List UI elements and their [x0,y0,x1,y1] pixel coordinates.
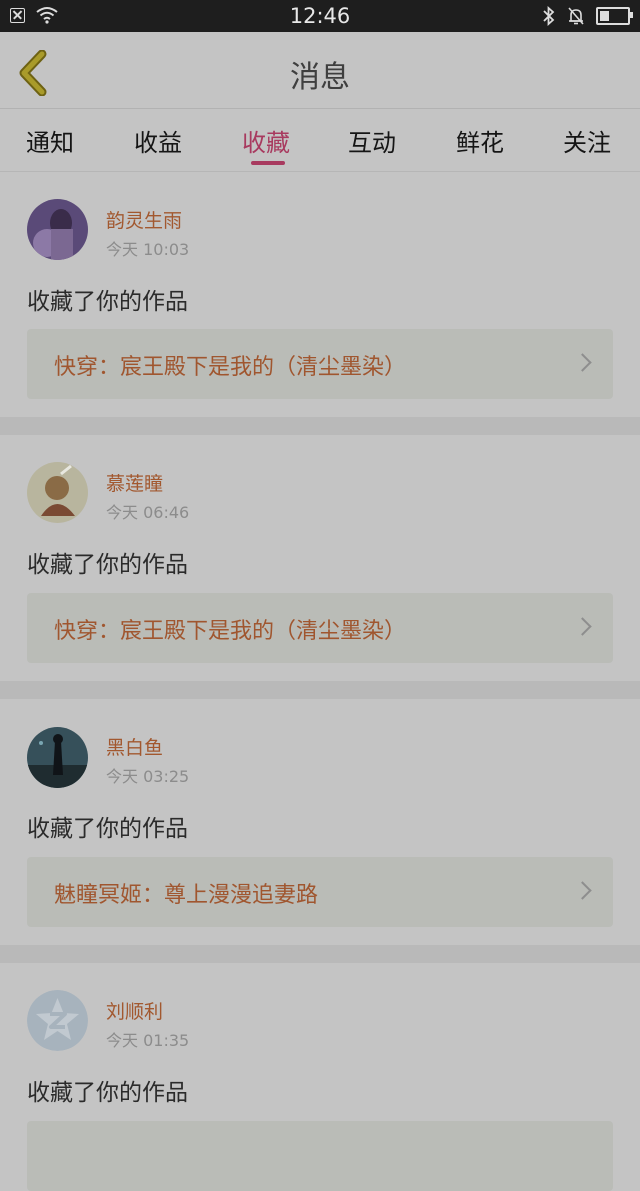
username[interactable]: 黑白鱼 [106,733,163,760]
active-tab-indicator [251,161,285,165]
work-title: 快穿：宸王殿下是我的（清尘墨染） [54,355,407,380]
tab-notifications[interactable]: 通知 [26,123,74,158]
timestamp: 今天 06:46 [106,503,190,522]
mute-bell-icon [568,7,584,25]
avatar[interactable] [27,990,88,1051]
tab-bar: 通知 收益 收藏 互动 鲜花 关注 [0,109,640,172]
action-text: 收藏了你的作品 [27,552,188,578]
header: 消息 [0,32,640,109]
action-text: 收藏了你的作品 [27,816,188,842]
message-item: 韵灵生雨 今天 10:03 收藏了你的作品 快穿：宸王殿下是我的（清尘墨染） [0,172,640,417]
chevron-right-icon [573,617,592,636]
username[interactable]: 韵灵生雨 [106,206,182,233]
message-item: 慕莲瞳 今天 06:46 收藏了你的作品 快穿：宸王殿下是我的（清尘墨染） [0,435,640,681]
tab-flowers[interactable]: 鲜花 [456,123,504,158]
chevron-right-icon [573,353,592,372]
timestamp: 今天 10:03 [106,240,190,259]
username[interactable]: 刘顺利 [106,997,163,1024]
avatar[interactable] [27,462,88,523]
work-link[interactable]: 魅瞳冥姬：尊上漫漫追妻路 [27,857,613,927]
chevron-right-icon [573,881,592,900]
default-avatar-icon [27,990,88,1051]
avatar[interactable] [27,727,88,788]
work-link[interactable]: 快穿：宸王殿下是我的（清尘墨染） [27,593,613,663]
username[interactable]: 慕莲瞳 [106,469,163,496]
timestamp: 今天 03:25 [106,767,190,786]
tab-earnings[interactable]: 收益 [134,123,182,158]
divider [0,945,640,963]
timestamp: 今天 01:35 [106,1031,190,1050]
work-title: 魅瞳冥姬：尊上漫漫追妻路 [54,883,319,908]
tab-favorites[interactable]: 收藏 [242,123,290,158]
action-text: 收藏了你的作品 [27,289,188,315]
avatar[interactable] [27,199,88,260]
work-title: 快穿：宸王殿下是我的（清尘墨染） [54,619,407,644]
tab-interactions[interactable]: 互动 [348,123,396,158]
page-title: 消息 [290,60,350,95]
battery-icon [596,7,633,25]
message-item: 刘顺利 今天 01:35 收藏了你的作品 [0,963,640,1191]
status-bar: 12:46 [0,0,640,32]
bluetooth-icon [543,6,555,26]
work-link[interactable] [27,1121,613,1191]
divider [0,417,640,435]
tab-follows[interactable]: 关注 [563,123,611,158]
action-text: 收藏了你的作品 [27,1080,188,1106]
message-item: 黑白鱼 今天 03:25 收藏了你的作品 魅瞳冥姬：尊上漫漫追妻路 [0,699,640,945]
work-link[interactable]: 快穿：宸王殿下是我的（清尘墨染） [27,329,613,399]
divider [0,681,640,699]
